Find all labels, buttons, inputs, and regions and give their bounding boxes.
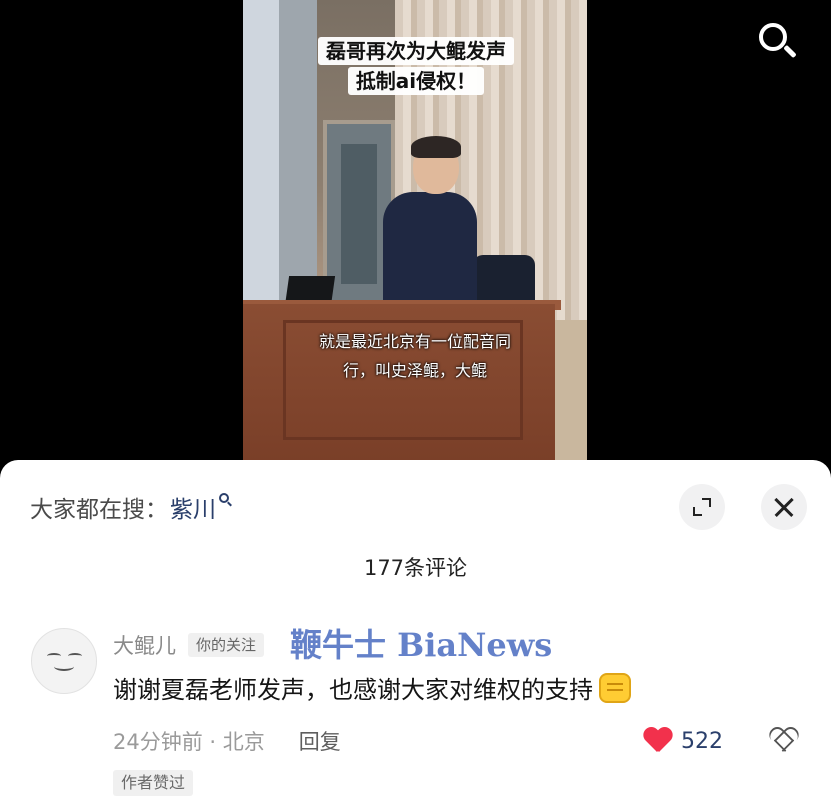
video-title-line-1: 磊哥再次为大鲲发声 [318,37,514,65]
video-subtitle: 就是最近北京有一位配音同 行，叫史泽鲲，大鲲 [263,327,567,385]
video-title-line-2: 抵制ai侵权！ [347,67,485,95]
comment-time-location: 24分钟前 · 北京 [113,730,265,754]
reply-button[interactable]: 回复 [299,726,341,756]
comments-panel: 大家都在搜： 紫川 177条评论 大鲲儿 你的关注 鞭牛士 BiaNews 谢谢… [0,460,831,800]
close-button[interactable] [761,484,807,530]
comment-meta: 24分钟前 · 北京 回复 [113,726,341,756]
video-area: 磊哥再次为大鲲发声 抵制ai侵权！ 就是最近北京有一位配音同 行，叫史泽鲲，大鲲 [0,0,831,462]
like-button[interactable]: 522 [643,726,723,756]
hot-search-label: 大家都在搜： [30,497,168,523]
search-button[interactable] [756,20,800,64]
hot-search-term[interactable]: 紫川 [170,490,216,524]
video-player[interactable]: 磊哥再次为大鲲发声 抵制ai侵权！ 就是最近北京有一位配音同 行，叫史泽鲲，大鲲 [243,0,587,462]
comment-count: 177条评论 [363,556,468,580]
hot-search-bar[interactable]: 大家都在搜： 紫川 [30,490,233,524]
heart-icon [643,728,673,754]
avatar[interactable] [31,628,97,694]
comment-author-row: 大鲲儿 你的关注 [113,630,265,660]
like-count: 522 [681,728,723,754]
speaker [383,192,477,310]
video-title: 磊哥再次为大鲲发声 抵制ai侵权！ [303,37,529,97]
comment-item: 大鲲儿 你的关注 鞭牛士 BiaNews 谢谢夏磊老师发声，也感谢大家对维权的支… [0,620,831,800]
expand-button[interactable] [679,484,725,530]
dislike-button[interactable] [768,726,800,756]
broken-heart-icon [769,728,799,754]
small-search-icon [219,493,233,507]
watermark: 鞭牛士 BiaNews [290,626,553,664]
fist-emoji-icon [599,672,631,703]
subtitle-line-2: 行，叫史泽鲲，大鲲 [342,361,487,380]
video-scene [243,0,279,300]
expand-icon [693,498,711,516]
following-badge: 你的关注 [188,633,265,657]
comment-text-row: 谢谢夏磊老师发声，也感谢大家对维权的支持 [113,670,631,705]
subtitle-line-1: 就是最近北京有一位配音同 [318,332,511,351]
comment-author-name[interactable]: 大鲲儿 [113,630,176,660]
comment-text: 谢谢夏磊老师发声，也感谢大家对维权的支持 [113,676,593,704]
author-liked-badge: 作者赞过 [113,770,194,796]
